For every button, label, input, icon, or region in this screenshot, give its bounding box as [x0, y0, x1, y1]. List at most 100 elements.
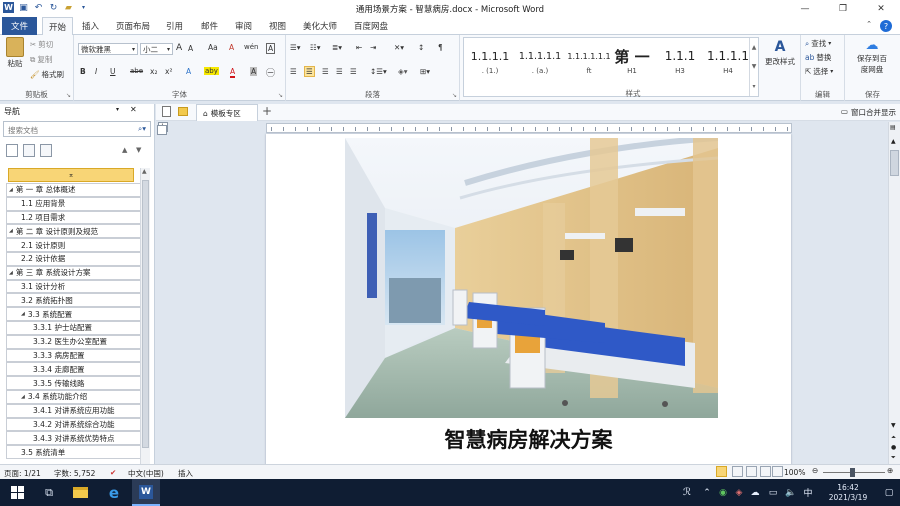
nav-node[interactable]: 2.1 设计原则 — [6, 238, 142, 252]
replace-button[interactable]: ab 替换 — [805, 52, 831, 63]
document-page[interactable]: 智慧病房解决方案 — [266, 134, 791, 466]
change-case-button[interactable]: Aa — [208, 43, 218, 52]
bold-button[interactable]: B — [80, 67, 86, 76]
nav-search-input[interactable]: 搜索文档 ⌕▾ — [3, 121, 151, 137]
nav-node[interactable]: 1.1 应用背景 — [6, 196, 142, 211]
change-styles-button[interactable]: A 更改样式 — [762, 39, 798, 67]
tab-baidu-netdisk[interactable]: 百度网盘 — [354, 20, 388, 32]
tray-expand-icon[interactable]: ⌃ — [700, 479, 714, 506]
tab-file[interactable]: 文件 — [2, 17, 37, 35]
chinese-layout-button[interactable]: ✕▾ — [394, 43, 404, 52]
style-item[interactable]: 第 一 H1 — [606, 38, 658, 82]
nav-node[interactable]: 3.3.2 医生办公室配置 — [6, 334, 142, 349]
zoom-in-icon[interactable]: ⊕ — [887, 466, 893, 475]
tab-mailings[interactable]: 邮件 — [201, 20, 218, 32]
chevron-up-icon[interactable]: ▲ — [891, 138, 896, 145]
decrease-indent-button[interactable]: ⇤ — [356, 43, 362, 52]
nav-node[interactable]: 3.3.5 传输线路 — [6, 376, 142, 390]
tab-beautify[interactable]: 美化大师 — [303, 20, 337, 32]
close-button[interactable]: ✕ — [862, 0, 900, 17]
nav-node[interactable]: 2.2 设计依据 — [6, 251, 142, 266]
distributed-button[interactable]: ☰ — [350, 67, 357, 76]
dialog-launcher-icon[interactable]: ↘ — [452, 92, 457, 99]
style-item[interactable]: 1.1.1.1.1. (a.) — [514, 38, 566, 82]
nav-node[interactable]: ◢ 第 三 章 系统设计方案 — [6, 265, 142, 280]
hospital-ward-image[interactable] — [345, 138, 718, 418]
nav-node[interactable]: 3.3.4 走廊配置 — [6, 362, 142, 377]
nav-node[interactable]: 3.3.1 护士站配置 — [6, 320, 142, 335]
vertical-scrollbar[interactable]: ▤ ▲ ▼ ⏶ ● ⏷ — [888, 122, 900, 464]
browse-object-icon[interactable]: ● — [891, 444, 896, 451]
increase-indent-button[interactable]: ⇥ — [370, 43, 376, 52]
next-heading-icon[interactable]: ▼ — [136, 146, 141, 154]
expand-toggle-icon[interactable]: ◢ — [9, 187, 13, 193]
nav-node[interactable]: 3.4.1 对讲系统应用功能 — [6, 403, 142, 418]
nav-node[interactable]: 3.3.3 病房配置 — [6, 348, 142, 363]
tab-home[interactable]: 开始 — [42, 17, 74, 36]
text-effects-button[interactable]: A — [186, 67, 191, 76]
align-left-button[interactable]: ☰ — [290, 67, 297, 76]
language-status[interactable]: 中文(中国) — [128, 468, 164, 479]
previous-page-icon[interactable]: ⏶ — [891, 434, 896, 442]
paste-button[interactable]: 粘贴 — [6, 37, 24, 69]
tab-review[interactable]: 审阅 — [235, 20, 252, 32]
collapse-all-button[interactable]: ⌅ — [8, 168, 134, 182]
nav-options-icon[interactable]: ▾ — [116, 106, 119, 113]
select-button[interactable]: ⇱ 选择 ▾ — [805, 66, 833, 77]
expand-toggle-icon[interactable]: ◢ — [9, 270, 13, 276]
nav-node[interactable]: ◢ 3.3 系统配置 — [6, 307, 142, 321]
restore-button[interactable]: ❐ — [824, 0, 862, 17]
security-tray-icon[interactable]: ◉ — [716, 479, 730, 506]
task-view-icon[interactable]: ⧉ — [36, 479, 62, 506]
close-icon[interactable]: ✕ — [130, 105, 137, 114]
expand-toggle-icon[interactable]: ◢ — [21, 311, 25, 317]
line-spacing-button[interactable]: ↕☰▾ — [370, 67, 387, 76]
previous-heading-icon[interactable]: ▲ — [122, 146, 127, 154]
tab-template-zone[interactable]: ⌂ 模板专区 — [196, 104, 258, 121]
nav-node[interactable]: ◢ 第 一 章 总体概述 — [6, 183, 142, 197]
cut-button[interactable]: ✂ 剪切 — [30, 39, 53, 50]
show-marks-button[interactable]: ¶ — [438, 43, 443, 52]
tab-insert[interactable]: 插入 — [82, 20, 99, 32]
zoom-out-icon[interactable]: ⊖ — [812, 466, 818, 475]
chevron-down-icon[interactable]: ▼ — [891, 422, 896, 429]
grow-font-button[interactable]: A — [176, 43, 182, 53]
word-count[interactable]: 字数: 5,752 — [54, 468, 95, 479]
clock[interactable]: 16:42 2021/3/19 — [818, 479, 878, 506]
nav-node[interactable]: 3.4.2 对讲系统综合功能 — [6, 417, 142, 432]
insert-mode[interactable]: 插入 — [178, 468, 193, 479]
draft-view-icon[interactable] — [772, 466, 783, 477]
find-button[interactable]: ⌕ 查找 ▾ — [805, 38, 831, 49]
dialog-launcher-icon[interactable]: ↘ — [278, 92, 283, 99]
page-count[interactable]: 页面: 1/21 — [4, 468, 41, 479]
character-border-button[interactable]: A — [266, 43, 276, 54]
nav-node[interactable]: 3.5 系统清单 — [6, 445, 142, 459]
full-screen-reading-icon[interactable] — [732, 466, 743, 477]
help-icon[interactable]: ? — [880, 20, 892, 32]
sort-button[interactable]: ↕ — [418, 43, 424, 52]
phonetic-guide-button[interactable]: wén — [244, 43, 258, 51]
save-to-baidu-button[interactable]: ☁ 保存到百 度网盘 — [847, 38, 897, 75]
enclose-characters-button[interactable]: ㊀ — [266, 66, 275, 79]
folder-icon[interactable] — [178, 107, 188, 116]
subscript-button[interactable]: x₂ — [150, 67, 157, 76]
nav-node[interactable]: 3.4.3 对讲系统优势特点 — [6, 431, 142, 446]
bullets-button[interactable]: ☰▾ — [290, 43, 301, 52]
nav-node[interactable]: 3.2 系统拓扑图 — [6, 293, 142, 308]
character-shading-button[interactable]: A — [250, 67, 258, 76]
notification-icon[interactable]: ▢ — [880, 479, 898, 506]
align-center-button[interactable]: ☰ — [304, 66, 315, 77]
shrink-font-button[interactable]: A — [188, 44, 193, 53]
nav-node[interactable]: 1.2 项目需求 — [6, 210, 142, 225]
window-merge-button[interactable]: ▭ 窗口合并显示 — [841, 107, 896, 118]
italic-button[interactable]: I — [95, 67, 97, 76]
web-layout-icon[interactable] — [746, 466, 757, 477]
results-view-icon[interactable] — [40, 144, 52, 157]
style-item[interactable]: 1.1.1.1 H4 — [702, 38, 754, 82]
ime-indicator[interactable]: 中 — [800, 479, 816, 506]
file-explorer-icon[interactable] — [66, 479, 94, 506]
shading-button[interactable]: ◈▾ — [398, 67, 408, 76]
clear-formatting-button[interactable]: A — [229, 43, 234, 52]
strikethrough-button[interactable]: abe — [130, 67, 143, 75]
format-painter-button[interactable]: 🖌 格式刷 — [30, 69, 64, 80]
